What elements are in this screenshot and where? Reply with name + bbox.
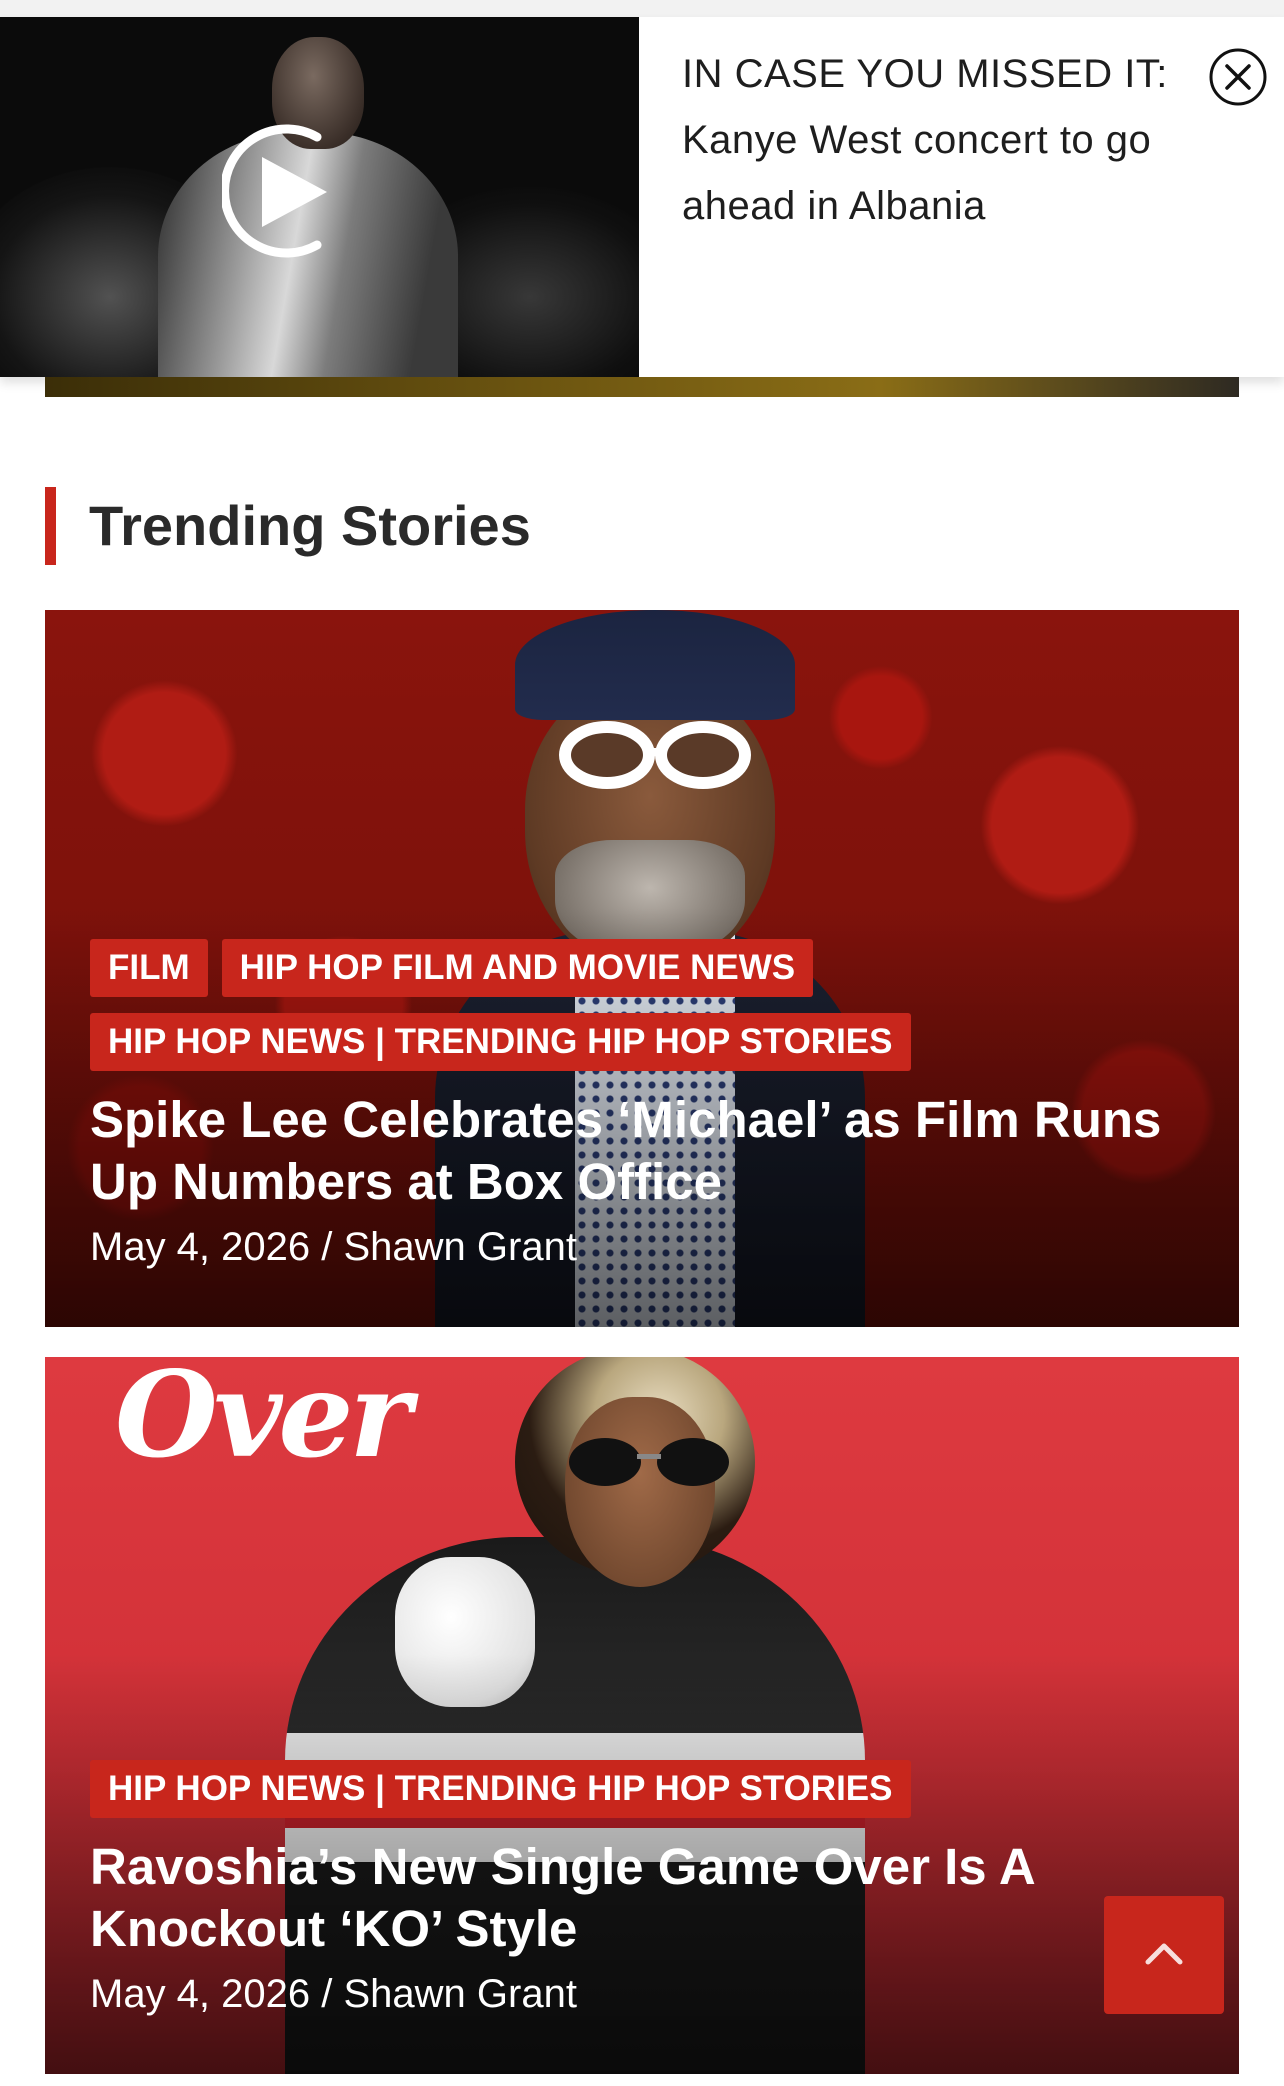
close-circle-icon (1209, 48, 1267, 106)
story-card[interactable]: FILM HIP HOP FILM AND MOVIE NEWS HIP HOP… (45, 610, 1239, 1327)
hidden-content-strip (45, 377, 1239, 397)
play-icon[interactable] (222, 117, 352, 267)
story-tags: HIP HOP NEWS | TRENDING HIP HOP STORIES (90, 1760, 990, 1818)
category-tag[interactable]: HIP HOP NEWS | TRENDING HIP HOP STORIES (90, 1013, 911, 1071)
section-title: Trending Stories (89, 494, 531, 557)
popup-headline[interactable]: IN CASE YOU MISSED IT: Kanye West concer… (682, 41, 1202, 239)
story-title[interactable]: Spike Lee Celebrates ‘Michael’ as Film R… (90, 1089, 1199, 1213)
back-to-top-button[interactable] (1104, 1896, 1224, 2014)
chevron-up-icon (1145, 1943, 1183, 1965)
category-tag[interactable]: HIP HOP NEWS | TRENDING HIP HOP STORIES (90, 1760, 911, 1818)
story-tags: FILM HIP HOP FILM AND MOVIE NEWS HIP HOP… (90, 939, 990, 1071)
story-title[interactable]: Ravoshia’s New Single Game Over Is A Kno… (90, 1836, 1199, 1960)
category-tag[interactable]: HIP HOP FILM AND MOVIE NEWS (221, 939, 814, 997)
category-tag[interactable]: FILM (90, 939, 208, 997)
close-button[interactable] (1208, 47, 1268, 107)
story-byline: May 4, 2026 / Shawn Grant (90, 1225, 577, 1269)
video-thumbnail[interactable] (0, 17, 639, 377)
video-popup: IN CASE YOU MISSED IT: Kanye West concer… (0, 17, 1284, 377)
story-byline: May 4, 2026 / Shawn Grant (90, 1972, 577, 2016)
story-meta: FILM HIP HOP FILM AND MOVIE NEWS HIP HOP… (90, 939, 1199, 1275)
sunglasses-shape (569, 1438, 729, 1486)
top-strip (0, 0, 1284, 17)
glasses-shape (559, 721, 751, 789)
story-meta: HIP HOP NEWS | TRENDING HIP HOP STORIES … (90, 1760, 1199, 2022)
story-card[interactable]: Over HIP HOP NEWS | TRENDING HIP HOP STO… (45, 1357, 1239, 2074)
image-lettering: Over (115, 1357, 412, 1484)
section-accent-bar (45, 487, 56, 565)
